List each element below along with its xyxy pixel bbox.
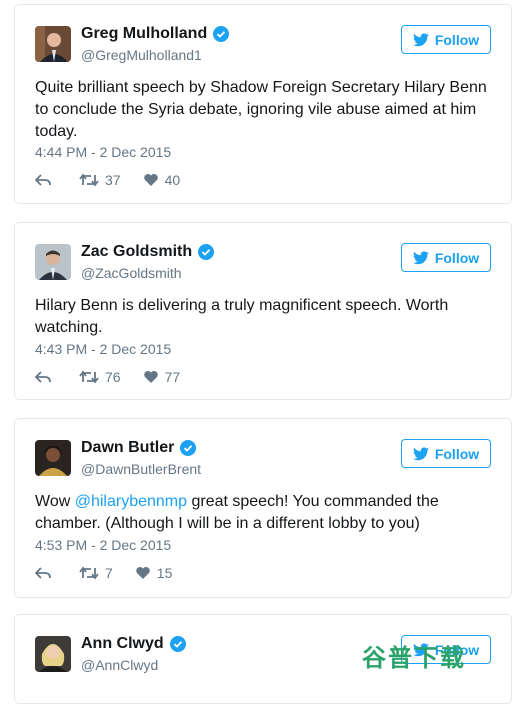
reply-button[interactable] bbox=[35, 173, 57, 187]
author-name[interactable]: Zac Goldsmith bbox=[81, 243, 192, 261]
follow-label: Follow bbox=[434, 249, 480, 266]
tweet-timestamp[interactable]: 4:44 PM - 2 Dec 2015 bbox=[35, 144, 171, 160]
tweet-timestamp[interactable]: 4:53 PM - 2 Dec 2015 bbox=[35, 537, 171, 553]
retweet-count: 76 bbox=[105, 369, 121, 385]
reply-icon bbox=[35, 567, 51, 579]
retweet-icon bbox=[79, 566, 99, 580]
avatar[interactable] bbox=[35, 244, 71, 280]
reply-icon bbox=[35, 174, 51, 186]
retweet-button[interactable]: 37 bbox=[79, 172, 121, 188]
tweet-text: Hilary Benn is delivering a truly magnif… bbox=[35, 297, 449, 336]
author-row: Ann Clwyd bbox=[81, 635, 186, 653]
reply-button[interactable] bbox=[35, 370, 57, 384]
reply-icon bbox=[35, 371, 51, 383]
like-heart-icon bbox=[143, 174, 158, 186]
like-count: 40 bbox=[164, 172, 181, 188]
author-handle[interactable]: @GregMulholland1 bbox=[81, 47, 202, 63]
tweet-text: Quite brilliant speech by Shadow Foreign… bbox=[35, 79, 487, 140]
avatar[interactable] bbox=[35, 440, 71, 476]
avatar[interactable] bbox=[35, 26, 71, 62]
twitter-bird-icon bbox=[412, 250, 429, 264]
avatar[interactable] bbox=[35, 636, 71, 672]
watermark-logo: 谷普下载 bbox=[362, 644, 466, 672]
retweet-count: 7 bbox=[105, 565, 113, 581]
tweet-actions: 7 15 bbox=[35, 565, 194, 581]
follow-label: Follow bbox=[434, 445, 480, 462]
reply-button[interactable] bbox=[35, 566, 57, 580]
author-handle[interactable]: @ZacGoldsmith bbox=[81, 265, 182, 281]
mention-link[interactable]: @hilarybennmp bbox=[75, 493, 187, 510]
verified-badge-icon bbox=[213, 26, 230, 42]
tweet-actions: 37 40 bbox=[35, 172, 202, 188]
twitter-bird-icon bbox=[412, 446, 429, 460]
author-name[interactable]: Ann Clwyd bbox=[81, 635, 164, 653]
like-heart-icon bbox=[136, 567, 150, 579]
tweet-card: Greg Mulholland @GregMulholland1 Follow … bbox=[14, 4, 512, 204]
author-row: Greg Mulholland bbox=[81, 25, 230, 43]
verified-badge-icon bbox=[180, 440, 197, 456]
follow-button[interactable]: Follow bbox=[401, 25, 491, 54]
retweet-icon bbox=[79, 173, 99, 187]
author-row: Zac Goldsmith bbox=[81, 243, 215, 261]
like-button[interactable]: 77 bbox=[143, 369, 181, 385]
verified-badge-icon bbox=[198, 244, 215, 260]
like-button[interactable]: 40 bbox=[143, 172, 181, 188]
retweet-button[interactable]: 76 bbox=[79, 369, 121, 385]
follow-label: Follow bbox=[434, 31, 480, 48]
like-count: 15 bbox=[156, 565, 173, 581]
verified-badge-icon bbox=[169, 636, 186, 652]
tweet-timestamp[interactable]: 4:43 PM - 2 Dec 2015 bbox=[35, 341, 171, 357]
tweet-text: Wow @hilarybennmp great speech! You comm… bbox=[35, 491, 489, 535]
author-handle[interactable]: @DawnButlerBrent bbox=[81, 461, 201, 477]
author-handle[interactable]: @AnnClwyd bbox=[81, 657, 158, 673]
author-name[interactable]: Greg Mulholland bbox=[81, 25, 207, 43]
follow-button[interactable]: Follow bbox=[401, 243, 491, 272]
retweet-icon bbox=[79, 370, 99, 384]
like-heart-icon bbox=[143, 371, 158, 383]
author-row: Dawn Butler bbox=[81, 439, 197, 457]
tweet-text-pre: Wow bbox=[35, 493, 75, 510]
like-count: 77 bbox=[164, 369, 181, 385]
retweet-count: 37 bbox=[105, 172, 121, 188]
tweet-actions: 76 77 bbox=[35, 369, 202, 385]
tweet-card: Dawn Butler @DawnButlerBrent Follow Wow … bbox=[14, 418, 512, 598]
tweet-card: Zac Goldsmith @ZacGoldsmith Follow Hilar… bbox=[14, 222, 512, 400]
twitter-bird-icon bbox=[412, 32, 429, 46]
follow-button[interactable]: Follow bbox=[401, 439, 491, 468]
author-name[interactable]: Dawn Butler bbox=[81, 439, 174, 457]
like-button[interactable]: 15 bbox=[135, 565, 173, 581]
retweet-button[interactable]: 7 bbox=[79, 565, 113, 581]
